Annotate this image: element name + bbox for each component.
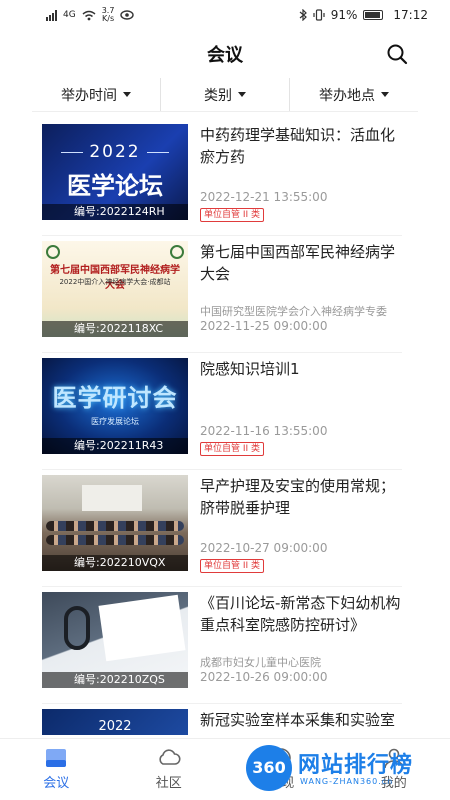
meeting-date: 2022-12-21 13:55:00 [200,190,328,204]
meeting-date: 2022-10-27 09:00:00 [200,541,328,555]
meeting-thumbnail: 编号:202210ZQS [42,592,188,688]
thumb-title: 医学研讨会 [52,384,178,412]
meeting-item[interactable]: 医学研讨会 医疗发展论坛 编号:202211R43 院感知识培训1 2022-1… [42,358,402,470]
thumb-year: 2022 [42,142,188,162]
meeting-date: 2022-11-25 09:00:00 [200,319,328,333]
speed-unit: K/s [102,14,115,23]
meeting-thumbnail: 2022 医学论坛 编号:2022124RH [42,124,188,220]
meeting-list: 2022 医学论坛 编号:2022124RH 中药药理学基础知识：活血化瘀方药 … [0,120,450,735]
meeting-thumbnail: 2022 [42,709,188,735]
page-title: 会议 [207,45,243,66]
status-left: 4G 3.7 K/s [46,7,135,23]
tab-discover[interactable]: 发现 [225,739,338,800]
tab-community-label: 社区 [155,776,182,791]
meeting-organizer: 中国研究型医院学会介入神经病学专委 [200,305,387,318]
filter-category[interactable]: 类别 [161,78,290,111]
caret-down-icon [123,92,131,97]
tab-profile[interactable]: 我的 [338,739,450,800]
battery-icon [363,10,384,20]
bluetooth-icon [299,9,307,21]
meeting-title: 早产护理及安宝的使用常规；脐带脱垂护理 [200,477,396,517]
eye-icon [120,10,135,20]
search-icon[interactable] [386,43,408,65]
credit-badge: 单位自管 II 类 [200,208,265,222]
status-bar: 4G 3.7 K/s 91% 17:12 [0,0,450,30]
signal-icon [46,9,57,21]
battery-percent: 91% [330,8,358,22]
meeting-info: 第七届中国西部军民神经病学大会 中国研究型医院学会介入神经病学专委 2022-1… [200,241,402,347]
meeting-thumbnail: 医学研讨会 医疗发展论坛 编号:202211R43 [42,358,188,454]
emblem-icon [46,245,60,259]
thumb-year: 2022 [98,719,132,734]
profile-icon [383,748,404,769]
photo-paper [98,594,186,662]
meeting-item[interactable]: 编号:202210VQX 早产护理及安宝的使用常规；脐带脱垂护理 2022-10… [42,475,402,587]
meeting-title: 新冠实验室样本采集和实验室 [200,711,396,729]
credit-badge: 单位自管 II 类 [200,442,265,456]
filter-location[interactable]: 举办地点 [290,78,418,111]
filter-category-label: 类别 [204,87,232,104]
meeting-code: 编号:202211R43 [42,438,188,454]
photo-audience [46,535,184,545]
tab-profile-label: 我的 [380,776,407,791]
network-type: 4G [63,10,76,20]
meeting-item[interactable]: 2022 医学论坛 编号:2022124RH 中药药理学基础知识：活血化瘀方药 … [42,124,402,236]
meeting-title: 中药药理学基础知识：活血化瘀方药 [200,126,396,166]
meeting-info: 中药药理学基础知识：活血化瘀方药 2022-12-21 13:55:00 单位自… [200,124,402,230]
meeting-title: 第七届中国西部军民神经病学大会 [200,243,396,283]
meeting-title: 《百川论坛-新常态下妇幼机构重点科室院感防控研讨》 [200,594,401,634]
caret-down-icon [238,92,246,97]
filter-bar: 举办时间 类别 举办地点 [32,78,418,112]
tab-meeting-label: 会议 [43,776,70,791]
thumb-subtitle: 医疗发展论坛 [91,417,139,426]
vibrate-icon [313,9,325,21]
photo-audience [46,521,184,531]
bottom-tab-bar: 会议 社区 发现 我的 [0,738,450,800]
meeting-thumbnail: 第七届中国西部军民神经病学大会 2022中国介入神经病学大会·成都站 编号:20… [42,241,188,337]
thumb-subtitle: 2022中国介入神经病学大会·成都站 [59,278,171,286]
wifi-icon [82,10,96,20]
caret-down-icon [381,92,389,97]
credit-badge: 单位自管 II 类 [200,559,265,573]
meeting-thumbnail: 编号:202210VQX [42,475,188,571]
meeting-info: 院感知识培训1 2022-11-16 13:55:00 单位自管 II 类 [200,358,402,464]
cloud-icon [159,749,181,765]
meeting-item[interactable]: 编号:202210ZQS 《百川论坛-新常态下妇幼机构重点科室院感防控研讨》 成… [42,592,402,704]
stethoscope-icon [64,606,90,650]
tab-discover-label: 发现 [268,776,295,791]
meeting-code: 编号:2022118XC [42,321,188,337]
meeting-info: 早产护理及安宝的使用常规；脐带脱垂护理 2022-10-27 09:00:00 … [200,475,402,581]
meeting-date: 2022-10-26 09:00:00 [200,670,328,684]
meeting-icon [46,749,67,767]
meeting-organizer: 成都市妇女儿童中心医院 [200,656,321,669]
meeting-code: 编号:202210VQX [42,555,188,571]
app-header: 会议 [0,34,450,74]
meeting-date: 2022-11-16 13:55:00 [200,424,328,438]
tab-community[interactable]: 社区 [113,739,226,800]
filter-time[interactable]: 举办时间 [32,78,161,111]
meeting-code: 编号:202210ZQS [42,672,188,688]
emblem-icon [170,245,184,259]
filter-time-label: 举办时间 [61,87,117,104]
filter-location-label: 举办地点 [319,87,375,104]
meeting-title: 院感知识培训1 [200,360,300,378]
status-right: 91% 17:12 [299,8,428,22]
clock: 17:12 [393,8,428,22]
network-speed: 3.7 K/s [102,7,115,23]
meeting-item[interactable]: 第七届中国西部军民神经病学大会 2022中国介入神经病学大会·成都站 编号:20… [42,241,402,353]
meeting-info: 新冠实验室样本采集和实验室 [200,709,402,735]
thumb-title: 医学论坛 [67,172,163,200]
meeting-info: 《百川论坛-新常态下妇幼机构重点科室院感防控研讨》 成都市妇女儿童中心医院 20… [200,592,402,698]
photo-screen [82,485,142,511]
discover-icon [271,748,292,768]
meeting-code: 编号:2022124RH [42,204,188,220]
tab-meeting[interactable]: 会议 [0,739,113,800]
meeting-item[interactable]: 2022 新冠实验室样本采集和实验室 [42,709,402,735]
